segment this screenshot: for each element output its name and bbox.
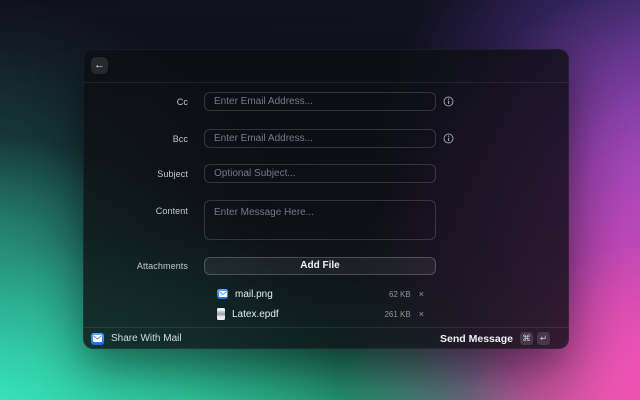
dialog-footer: Share With Mail Send Message ⌘ ↵ [83, 327, 569, 349]
subject-input[interactable] [204, 164, 436, 183]
dialog-body: Cc Bcc Subject [83, 83, 569, 349]
attachment-filesize: 261 KB [384, 309, 411, 319]
content-row: Content [83, 200, 569, 240]
content-textarea[interactable] [204, 200, 436, 240]
app-name-label: Share With Mail [111, 333, 182, 344]
back-button[interactable]: ← [91, 57, 108, 74]
mail-app-icon [91, 332, 104, 345]
subject-label: Subject [157, 168, 188, 179]
remove-attachment-icon[interactable]: × [419, 289, 424, 299]
attachment-filesize: 62 KB [388, 289, 411, 299]
attachment-row: Latex.epdf 261 KB × [204, 304, 436, 324]
dialog-header: ← [83, 49, 569, 83]
share-with-mail-dialog: ← Cc Bcc [83, 49, 569, 349]
info-icon[interactable] [443, 96, 454, 107]
subject-row: Subject [83, 164, 569, 183]
send-message-button[interactable]: Send Message ⌘ ↵ [440, 332, 550, 345]
attachment-filename: mail.png [235, 288, 273, 300]
bcc-label: Bcc [172, 133, 188, 144]
bcc-input[interactable] [204, 129, 436, 148]
send-message-label: Send Message [440, 332, 513, 345]
attachment-filename: Latex.epdf [232, 308, 279, 320]
remove-attachment-icon[interactable]: × [419, 309, 424, 319]
mail-app-icon [217, 289, 228, 299]
cc-row: Cc [83, 92, 569, 111]
attachments-row: Attachments Add File [83, 257, 569, 275]
attachment-row: mail.png 62 KB × [204, 284, 436, 304]
footer-app-info: Share With Mail [91, 332, 182, 345]
return-key-icon: ↵ [537, 332, 550, 345]
info-icon[interactable] [443, 133, 454, 144]
bcc-row: Bcc [83, 129, 569, 148]
add-file-button[interactable]: Add File [204, 257, 436, 275]
command-key-icon: ⌘ [520, 332, 533, 345]
cc-input[interactable] [204, 92, 436, 111]
attachments-label: Attachments [136, 261, 188, 271]
document-icon [217, 308, 225, 320]
content-label: Content [155, 206, 188, 216]
attachment-list: mail.png 62 KB × Latex.epdf 261 KB × [204, 284, 436, 324]
cc-label: Cc [176, 96, 188, 107]
